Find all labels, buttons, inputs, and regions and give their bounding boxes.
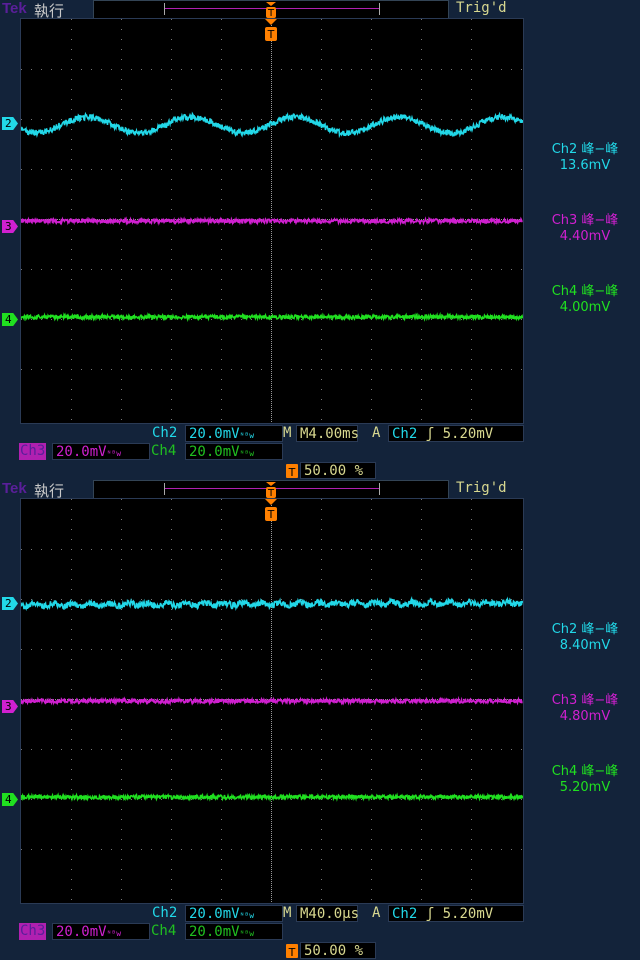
scope-panel: Tek 執行 T Trig'd T 2 3 4 Ch2 峰−峰 8.40mV Ch… [0, 480, 640, 960]
timebase-value[interactable]: M4.00ms [296, 425, 358, 442]
trigger-point-icon: T [265, 19, 277, 41]
ch4-label[interactable]: Ch4 [151, 923, 176, 940]
ch4-measurement: Ch4 峰−峰 4.00mV [530, 284, 640, 316]
svg-text:T: T [288, 466, 296, 478]
ch2-measurement: Ch2 峰−峰 13.6mV [530, 142, 640, 174]
ch4-measurement: Ch4 峰−峰 5.20mV [530, 764, 640, 796]
brand-logo: Tek [2, 480, 27, 497]
ch2-marker[interactable]: 2 [2, 117, 18, 130]
ch3-marker[interactable]: 3 [2, 700, 18, 713]
timebase-value[interactable]: M40.0µs [296, 905, 358, 922]
ch2-label[interactable]: Ch2 [152, 425, 177, 442]
timebase-prefix: M [283, 425, 297, 442]
waveform-graticule[interactable] [20, 18, 524, 424]
brand-logo: Tek [2, 0, 27, 17]
svg-text:T: T [267, 28, 275, 41]
ch3-label[interactable]: Ch3 [19, 443, 46, 460]
trigger-position-icon: T [286, 464, 298, 478]
timebase-prefix: M [283, 905, 297, 922]
trigger-settings[interactable]: Ch2 ʃ 5.20mV [388, 425, 524, 442]
ch4-scale[interactable]: 20.0mVᴺᴮw [185, 443, 283, 460]
ch3-measurement: Ch3 峰−峰 4.40mV [530, 213, 640, 245]
svg-text:T: T [267, 508, 275, 521]
ch4-marker[interactable]: 4 [2, 313, 18, 326]
svg-text:T: T [267, 8, 275, 18]
ch3-scale[interactable]: 20.0mVᴺᴮw [52, 923, 150, 940]
record-view-bar: T [93, 480, 449, 499]
svg-text:T: T [267, 488, 275, 498]
scope-panel: Tek 執行 T Trig'd T 2 3 4 Ch2 峰−峰 13.6mV Ch… [0, 0, 640, 480]
ch2-marker[interactable]: 2 [2, 597, 18, 610]
trigger-position[interactable]: 50.00 % [300, 462, 376, 479]
ch4-trace [21, 315, 523, 319]
ch2-measurement: Ch2 峰−峰 8.40mV [530, 622, 640, 654]
trigger-mode: A [372, 905, 380, 922]
ch3-measurement: Ch3 峰−峰 4.80mV [530, 693, 640, 725]
svg-text:T: T [288, 946, 296, 958]
trigger-position[interactable]: 50.00 % [300, 942, 376, 959]
ch2-scale[interactable]: 20.0mVᴺᴮw [185, 425, 283, 442]
ch3-scale[interactable]: 20.0mVᴺᴮw [52, 443, 150, 460]
trigger-position-icon: T [265, 2, 277, 18]
ch3-trace [21, 219, 523, 223]
ch3-trace [21, 699, 523, 703]
trigger-point-icon: T [265, 499, 277, 521]
trigger-status: Trig'd [456, 480, 507, 496]
record-view-bar: T [93, 0, 449, 19]
ch4-scale[interactable]: 20.0mVᴺᴮw [185, 923, 283, 940]
ch2-label[interactable]: Ch2 [152, 905, 177, 922]
ch2-scale[interactable]: 20.0mVᴺᴮw [185, 905, 283, 922]
trigger-settings[interactable]: Ch2 ʃ 5.20mV [388, 905, 524, 922]
trigger-status: Trig'd [456, 0, 507, 16]
trigger-position-icon: T [265, 482, 277, 498]
trigger-position-icon: T [286, 944, 298, 958]
ch4-marker[interactable]: 4 [2, 793, 18, 806]
ch3-label[interactable]: Ch3 [19, 923, 46, 940]
waveform-graticule[interactable] [20, 498, 524, 904]
ch4-label[interactable]: Ch4 [151, 443, 176, 460]
ch3-marker[interactable]: 3 [2, 220, 18, 233]
trigger-mode: A [372, 425, 380, 442]
